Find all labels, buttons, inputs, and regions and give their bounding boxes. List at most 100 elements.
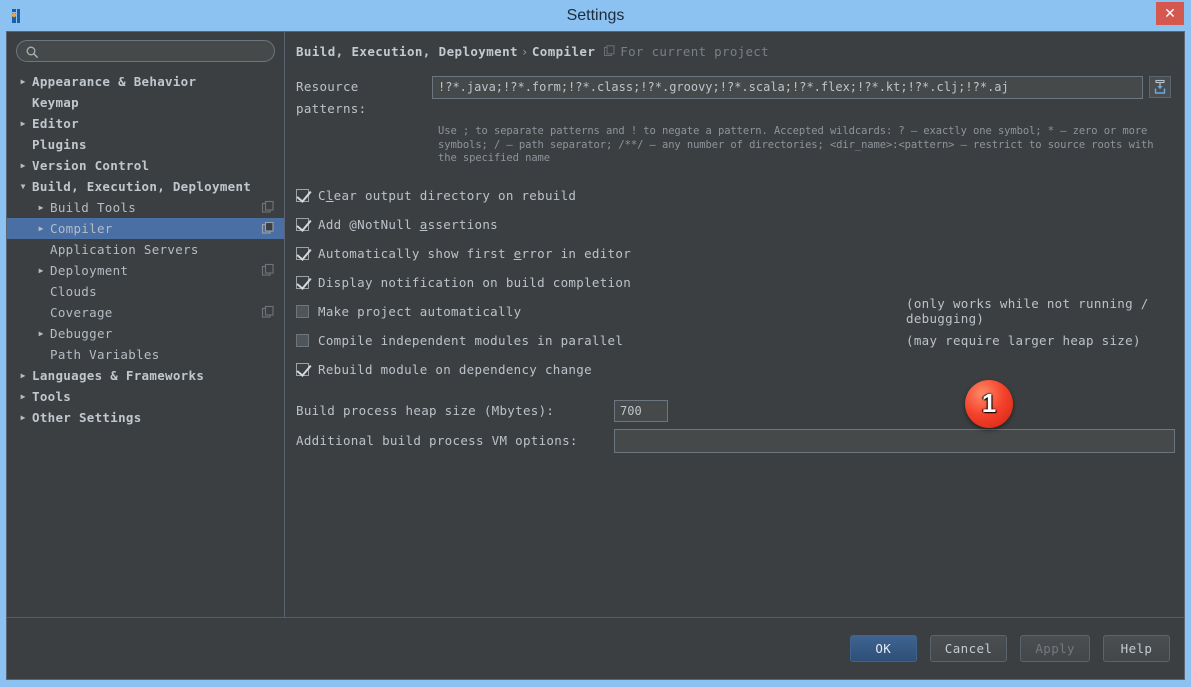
checkbox-label-display-notification-on-build-completion[interactable]: Display notification on build completion <box>318 275 631 290</box>
help-button[interactable]: Help <box>1103 635 1170 662</box>
sidebar-item-tools[interactable]: ▶Tools <box>7 386 284 407</box>
sidebar-item-label: Debugger <box>49 326 113 341</box>
apply-button: Apply <box>1020 635 1090 662</box>
settings-sidebar: ▶Appearance & Behavior▶Keymap▶Editor▶Plu… <box>7 32 285 617</box>
resource-patterns-input[interactable]: !?*.java;!?*.form;!?*.class;!?*.groovy;!… <box>432 76 1143 99</box>
window-title: Settings <box>0 0 1191 31</box>
checkbox-rebuild-module-on-dependency-change[interactable] <box>296 363 309 376</box>
chevron-right-icon[interactable]: ▶ <box>15 392 31 401</box>
sidebar-item-keymap[interactable]: ▶Keymap <box>7 92 284 113</box>
chevron-right-icon[interactable]: ▶ <box>15 77 31 86</box>
sidebar-item-label: Keymap <box>31 95 79 110</box>
chevron-right-icon[interactable]: ▶ <box>15 371 31 380</box>
settings-tree: ▶Appearance & Behavior▶Keymap▶Editor▶Plu… <box>7 69 284 428</box>
sidebar-item-compiler[interactable]: ▶Compiler <box>7 218 284 239</box>
project-settings-copy-icon <box>261 200 275 214</box>
sidebar-item-label: Path Variables <box>49 347 160 362</box>
checkbox-add-notnull-assertions[interactable] <box>296 218 309 231</box>
sidebar-item-label: Languages & Frameworks <box>31 368 204 383</box>
chevron-right-icon[interactable]: ▶ <box>33 224 49 233</box>
breadcrumb-separator: › <box>521 44 529 59</box>
checkbox-display-notification-on-build-completion[interactable] <box>296 276 309 289</box>
sidebar-item-label: Application Servers <box>49 242 199 257</box>
checkbox-clear-output-directory-on-rebuild[interactable] <box>296 189 309 202</box>
checkbox-label-clear-output-directory-on-rebuild[interactable]: Clear output directory on rebuild <box>318 188 576 203</box>
sidebar-item-plugins[interactable]: ▶Plugins <box>7 134 284 155</box>
sidebar-item-other-settings[interactable]: ▶Other Settings <box>7 407 284 428</box>
sidebar-item-label: Coverage <box>49 305 113 320</box>
sidebar-item-build-tools[interactable]: ▶Build Tools <box>7 197 284 218</box>
sidebar-item-version-control[interactable]: ▶Version Control <box>7 155 284 176</box>
heap-size-row: Build process heap size (Mbytes): 700 1 <box>296 400 1184 422</box>
sidebar-item-application-servers[interactable]: ▶Application Servers <box>7 239 284 260</box>
sidebar-item-label: Build Tools <box>49 200 136 215</box>
sidebar-item-label: Editor <box>31 116 79 131</box>
sidebar-item-label: Clouds <box>49 284 97 299</box>
sidebar-item-path-variables[interactable]: ▶Path Variables <box>7 344 284 365</box>
project-scope-icon <box>603 45 616 58</box>
chevron-down-icon[interactable]: ▼ <box>15 182 31 191</box>
checkbox-row-automatically-show-first-error-in-editor: Automatically show first error in editor <box>296 239 1184 268</box>
checkbox-label-add-notnull-assertions[interactable]: Add @NotNull assertions <box>318 217 498 232</box>
project-settings-copy-icon <box>261 305 275 319</box>
sidebar-item-editor[interactable]: ▶Editor <box>7 113 284 134</box>
checkbox-compile-independent-modules-in-parallel[interactable] <box>296 334 309 347</box>
breadcrumb-root[interactable]: Build, Execution, Deployment <box>296 44 518 59</box>
breadcrumb: Build, Execution, Deployment › Compiler … <box>285 32 1184 59</box>
close-icon[interactable]: ✕ <box>1156 2 1184 25</box>
sidebar-item-coverage[interactable]: ▶Coverage <box>7 302 284 323</box>
cancel-button[interactable]: Cancel <box>930 635 1008 662</box>
copy-to-projects-icon[interactable] <box>1149 76 1171 98</box>
sidebar-item-clouds[interactable]: ▶Clouds <box>7 281 284 302</box>
settings-dialog-body: ▶Appearance & Behavior▶Keymap▶Editor▶Plu… <box>6 31 1185 680</box>
sidebar-item-label: Other Settings <box>31 410 142 425</box>
annotation-badge-1: 1 <box>965 380 1013 428</box>
checkbox-label-compile-independent-modules-in-parallel[interactable]: Compile independent modules in parallel <box>318 333 623 348</box>
sidebar-item-label: Version Control <box>31 158 149 173</box>
checkbox-row-rebuild-module-on-dependency-change: Rebuild module on dependency change <box>296 355 1184 384</box>
search-icon <box>25 44 39 58</box>
resource-patterns-hint: Use ; to separate patterns and ! to nega… <box>438 125 1156 166</box>
sidebar-item-label: Plugins <box>31 137 87 152</box>
chevron-right-icon[interactable]: ▶ <box>33 203 49 212</box>
window-titlebar: Settings ✕ <box>0 0 1191 31</box>
chevron-right-icon[interactable]: ▶ <box>15 413 31 422</box>
sidebar-item-label: Tools <box>31 389 71 404</box>
chevron-right-icon[interactable]: ▶ <box>33 329 49 338</box>
heap-size-label: Build process heap size (Mbytes): <box>296 403 614 418</box>
sidebar-item-deployment[interactable]: ▶Deployment <box>7 260 284 281</box>
checkbox-label-make-project-automatically[interactable]: Make project automatically <box>318 304 521 319</box>
vm-options-row: Additional build process VM options: <box>296 430 1184 452</box>
breadcrumb-scope-text: For current project <box>620 44 769 59</box>
checkbox-label-automatically-show-first-error-in-editor[interactable]: Automatically show first error in editor <box>318 246 631 261</box>
checkbox-label-rebuild-module-on-dependency-change[interactable]: Rebuild module on dependency change <box>318 362 592 377</box>
project-settings-copy-icon <box>261 221 275 235</box>
breadcrumb-leaf: Compiler <box>532 44 595 59</box>
checkbox-row-make-project-automatically: Make project automatically (only works wh… <box>296 297 1184 326</box>
checkbox-note-compile-independent-modules-in-parallel: (may require larger heap size) <box>906 333 1141 348</box>
checkbox-note-make-project-automatically: (only works while not running / debuggin… <box>906 296 1184 326</box>
sidebar-item-build-execution-deployment[interactable]: ▼Build, Execution, Deployment <box>7 176 284 197</box>
checkbox-make-project-automatically[interactable] <box>296 305 309 318</box>
heap-size-input[interactable]: 700 <box>614 400 668 422</box>
resource-patterns-row: Resource patterns: !?*.java;!?*.form;!?*… <box>296 76 1184 120</box>
sidebar-item-label: Appearance & Behavior <box>31 74 196 89</box>
chevron-right-icon[interactable]: ▶ <box>33 266 49 275</box>
compiler-settings-form: Resource patterns: !?*.java;!?*.form;!?*… <box>285 76 1184 452</box>
checkbox-automatically-show-first-error-in-editor[interactable] <box>296 247 309 260</box>
sidebar-item-label: Deployment <box>49 263 128 278</box>
checkbox-row-clear-output-directory-on-rebuild: Clear output directory on rebuild <box>296 181 1184 210</box>
sidebar-item-languages-frameworks[interactable]: ▶Languages & Frameworks <box>7 365 284 386</box>
sidebar-item-appearance-behavior[interactable]: ▶Appearance & Behavior <box>7 71 284 92</box>
ok-button[interactable]: OK <box>850 635 917 662</box>
sidebar-item-debugger[interactable]: ▶Debugger <box>7 323 284 344</box>
search-input[interactable] <box>16 40 275 62</box>
sidebar-item-label: Build, Execution, Deployment <box>31 179 251 194</box>
resource-patterns-label: Resource patterns: <box>296 76 432 120</box>
chevron-right-icon[interactable]: ▶ <box>15 161 31 170</box>
chevron-right-icon[interactable]: ▶ <box>15 119 31 128</box>
vm-options-label: Additional build process VM options: <box>296 433 614 448</box>
sidebar-search-wrap <box>7 32 284 69</box>
dialog-content: ▶Appearance & Behavior▶Keymap▶Editor▶Plu… <box>7 32 1184 617</box>
vm-options-input[interactable] <box>614 429 1175 453</box>
